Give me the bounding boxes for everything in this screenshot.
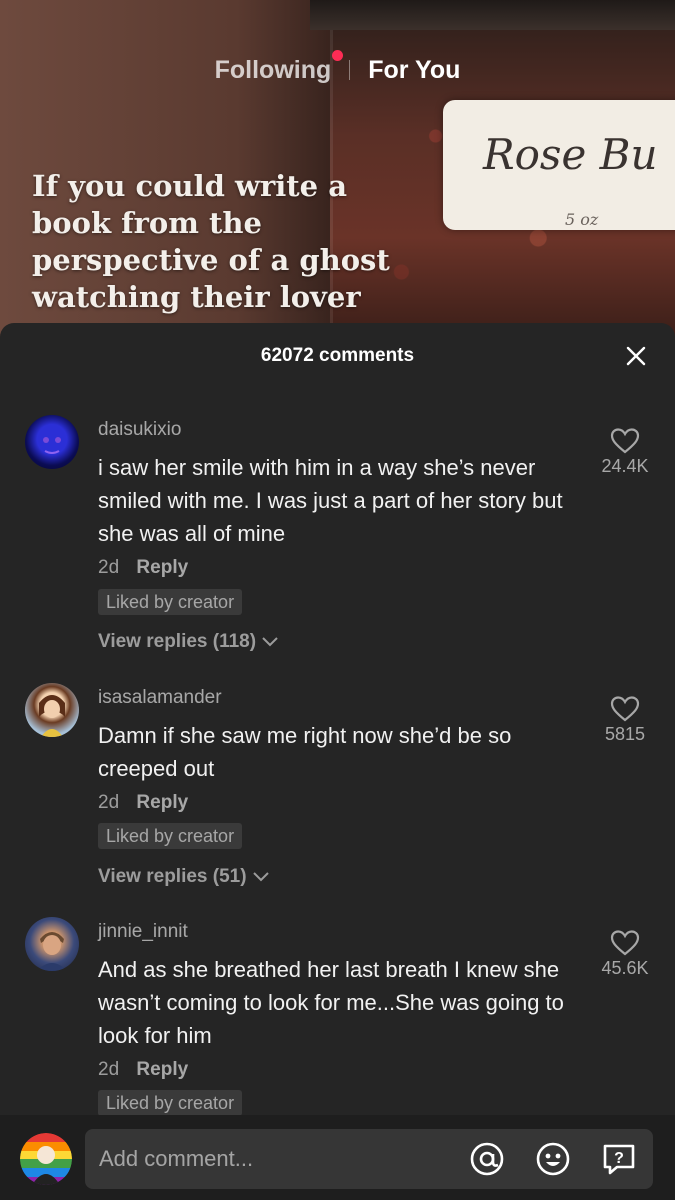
comment-text: And as she breathed her last breath I kn… [98, 957, 564, 1048]
svg-text:?: ? [614, 1150, 624, 1167]
chevron-down-icon [252, 872, 269, 882]
view-replies-label: View replies (118) [98, 631, 257, 652]
my-avatar[interactable] [20, 1133, 72, 1185]
liked-by-creator-badge: Liked by creator [98, 589, 243, 615]
comments-count-title: 62072 comments [260, 345, 415, 366]
view-replies-button[interactable]: View replies (118) [98, 631, 278, 653]
view-replies-label: View replies (51) [98, 866, 247, 887]
question-icon[interactable]: ? [601, 1141, 637, 1177]
like-control[interactable]: 45.6K [589, 929, 661, 979]
chevron-down-icon [262, 637, 278, 647]
avatar-face-icon [39, 695, 65, 737]
like-count: 24.4K [601, 456, 649, 476]
close-icon[interactable] [625, 345, 647, 367]
avatar[interactable] [25, 415, 79, 469]
feed-tabs: Following For You [0, 49, 675, 88]
notification-dot [332, 49, 344, 61]
heart-icon[interactable] [610, 695, 640, 722]
tab-divider [349, 60, 351, 80]
pride-avatar-icon [20, 1133, 72, 1185]
comment-username[interactable]: jinnie_innit [98, 921, 188, 943]
comments-header: 62072 comments [0, 323, 675, 389]
jar-label-weight: 5 oz [565, 210, 599, 229]
jar-label-title: Rose Bu [483, 130, 658, 179]
like-control[interactable]: 5815 [589, 695, 661, 745]
comment-composer-bar: Add comment... ? [0, 1115, 675, 1200]
liked-by-creator-badge: Liked by creator [98, 1090, 243, 1116]
avatar-face-icon [43, 437, 61, 454]
comment-meta: 2d Reply [98, 1059, 188, 1081]
comment-age: 2d [98, 1059, 120, 1080]
comment-input[interactable]: Add comment... ? [85, 1129, 653, 1189]
at-mention-icon[interactable] [469, 1141, 505, 1177]
comment-text: i saw her smile with him in a way she’s … [98, 455, 563, 546]
reply-button[interactable]: Reply [136, 557, 188, 578]
like-control[interactable]: 24.4K [589, 427, 661, 477]
comment-meta: 2d Reply [98, 557, 188, 579]
heart-icon[interactable] [610, 427, 640, 454]
comment-text: Damn if she saw me right now she’d be so… [98, 723, 512, 781]
jar-label: Rose Bu 5 oz [443, 100, 675, 230]
tab-for-you[interactable]: For You [368, 56, 460, 85]
liked-by-creator-badge: Liked by creator [98, 823, 243, 849]
comment-input-placeholder: Add comment... [99, 1146, 254, 1171]
comments-sheet: 62072 comments daisukixio i saw her smil… [0, 323, 675, 1200]
tab-following-label: Following [214, 55, 332, 84]
video-caption: If you could write a book from the persp… [32, 169, 390, 314]
tab-following[interactable]: Following [214, 49, 344, 85]
comment-age: 2d [98, 557, 120, 578]
view-replies-button[interactable]: View replies (51) [98, 866, 269, 888]
reply-button[interactable]: Reply [136, 1059, 188, 1080]
heart-icon[interactable] [610, 929, 640, 956]
emoji-icon[interactable] [535, 1141, 571, 1177]
comment-age: 2d [98, 792, 120, 813]
comment-meta: 2d Reply [98, 792, 188, 814]
avatar[interactable] [25, 683, 79, 737]
avatar[interactable] [25, 917, 79, 971]
comment-username[interactable]: daisukixio [98, 419, 181, 441]
comment-username[interactable]: isasalamander [98, 687, 222, 709]
reply-button[interactable]: Reply [136, 792, 188, 813]
like-count: 45.6K [601, 958, 649, 978]
avatar-face-icon [37, 932, 67, 971]
like-count: 5815 [604, 724, 646, 744]
jar-lid [310, 0, 675, 30]
